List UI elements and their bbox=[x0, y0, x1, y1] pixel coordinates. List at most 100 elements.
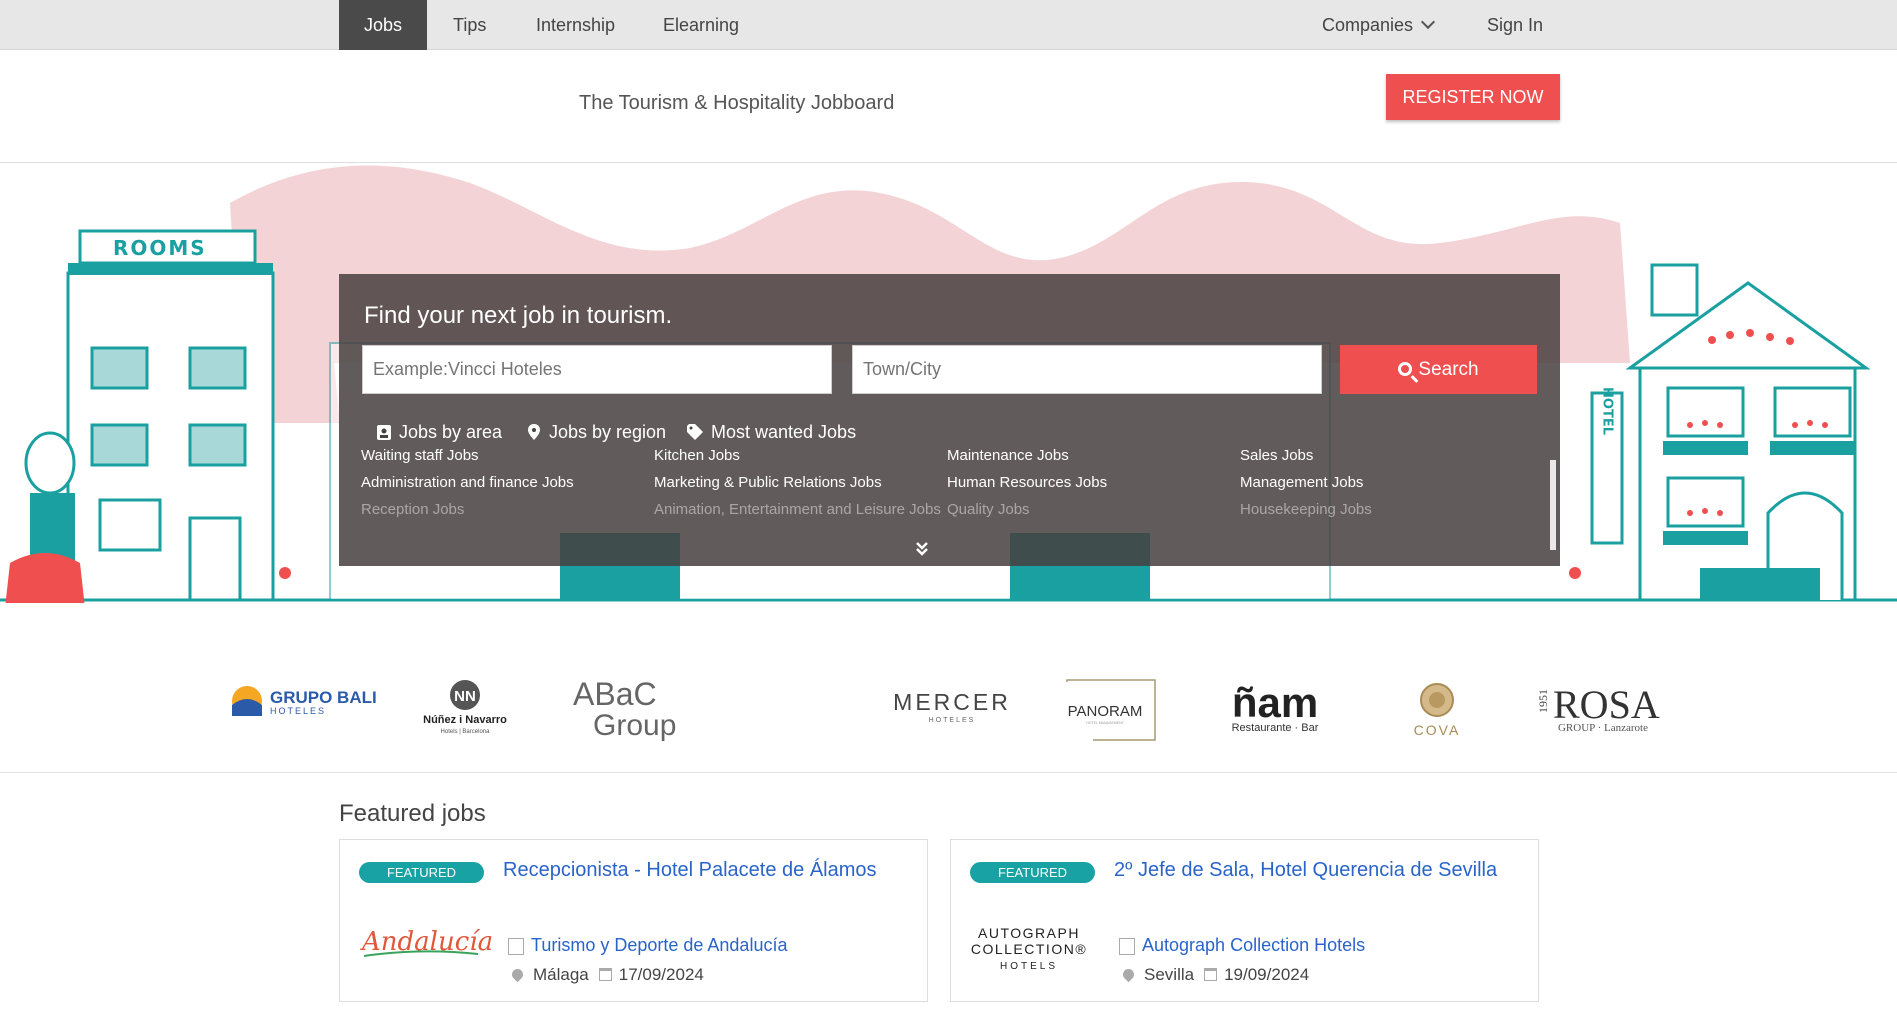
svg-text:1951: 1951 bbox=[1536, 689, 1550, 713]
featured-badge: FEATURED bbox=[359, 862, 484, 883]
company-name-link[interactable]: Autograph Collection Hotels bbox=[1142, 935, 1365, 956]
search-icon bbox=[1398, 361, 1413, 376]
tab-jobs-by-area[interactable]: Jobs by area bbox=[377, 422, 502, 443]
category-link[interactable]: Sales Jobs bbox=[1240, 446, 1533, 473]
nunez-navarro-logo: NN Núñez i Navarro Hotels | Barcelona bbox=[423, 680, 507, 735]
svg-text:GROUP · Lanzarote: GROUP · Lanzarote bbox=[1558, 722, 1648, 734]
svg-text:ABaC: ABaC bbox=[573, 676, 657, 712]
logo-cova[interactable]: COVA bbox=[1405, 678, 1470, 743]
companies-label: Companies bbox=[1322, 15, 1414, 35]
tab-label: Most wanted Jobs bbox=[711, 422, 857, 442]
job-title-link[interactable]: 2º Jefe de Sala, Hotel Querencia de Sevi… bbox=[1114, 859, 1497, 882]
tab-most-wanted-jobs[interactable]: Most wanted Jobs bbox=[687, 422, 856, 443]
category-link[interactable]: Management Jobs bbox=[1240, 473, 1533, 500]
chevron-down-icon bbox=[1420, 14, 1436, 30]
nav-elearning[interactable]: Elearning bbox=[638, 0, 764, 50]
svg-text:MERCER: MERCER bbox=[895, 689, 1010, 715]
hotel-sign-text: HOTEL bbox=[1600, 387, 1615, 435]
panoram-logo: PANORAM HOTEL MANAGEMENT bbox=[1066, 679, 1156, 741]
category-link[interactable]: Reception Jobs bbox=[361, 500, 654, 527]
category-link[interactable]: Housekeeping Jobs bbox=[1240, 500, 1533, 527]
tab-jobs-by-region[interactable]: Jobs by region bbox=[527, 422, 666, 443]
rooms-sign-text: ROOMS bbox=[113, 236, 207, 260]
abac-group-logo: ABaC Group bbox=[573, 676, 676, 742]
svg-text:Group: Group bbox=[593, 709, 676, 742]
category-link[interactable]: Animation, Entertainment and Leisure Job… bbox=[654, 500, 947, 527]
logo-nam[interactable]: ñam Restaurante · Bar bbox=[1225, 679, 1325, 741]
calendar-icon bbox=[1204, 968, 1218, 981]
company-logo-andalucia[interactable]: Andalucía bbox=[360, 918, 500, 974]
svg-text:ROSA: ROSA bbox=[1553, 682, 1660, 727]
company-logo-autograph[interactable]: AUTOGRAPH COLLECTION® HOTELS bbox=[971, 918, 1111, 974]
grupo-bali-logo: GRUPO BALI HOTELES bbox=[232, 686, 377, 716]
nam-logo: ñam Restaurante · Bar bbox=[1232, 679, 1319, 734]
search-button-label: Search bbox=[1418, 358, 1479, 380]
category-list: Waiting staff Jobs Administration and fi… bbox=[361, 446, 1541, 530]
svg-text:HOTELS: HOTELS bbox=[1000, 961, 1058, 972]
svg-text:HOTEL MANAGEMENT: HOTEL MANAGEMENT bbox=[1086, 721, 1124, 725]
category-link[interactable]: Human Resources Jobs bbox=[947, 473, 1240, 500]
location-pin-icon bbox=[1120, 966, 1137, 983]
hero-banner: ROOMS HOTEL Find your next job in touris… bbox=[0, 163, 1897, 603]
nav-tips[interactable]: Tips bbox=[428, 0, 511, 50]
sign-in-link[interactable]: Sign In bbox=[1487, 0, 1543, 50]
mercer-logo: MERCER HOTELES bbox=[893, 689, 1010, 724]
svg-text:ñam: ñam bbox=[1232, 681, 1318, 726]
svg-text:HOTELES: HOTELES bbox=[270, 706, 326, 716]
search-title: Find your next job in tourism. bbox=[364, 302, 673, 329]
keyword-search-input[interactable] bbox=[362, 345, 832, 394]
tab-label: Jobs by region bbox=[549, 422, 667, 442]
company-name-link[interactable]: Turismo y Deporte de Andalucía bbox=[531, 935, 787, 956]
featured-jobs-heading: Featured jobs bbox=[339, 800, 486, 827]
logo-nunez-navarro[interactable]: NN Núñez i Navarro Hotels | Barcelona bbox=[415, 678, 515, 738]
category-scrollbar[interactable] bbox=[1550, 460, 1556, 550]
featured-job-card[interactable]: FEATURED Recepcionista - Hotel Palacete … bbox=[339, 839, 928, 1002]
svg-text:Núñez i Navarro: Núñez i Navarro bbox=[423, 714, 507, 726]
category-column: Kitchen Jobs Marketing & Public Relation… bbox=[654, 446, 947, 527]
search-button[interactable]: Search bbox=[1340, 345, 1537, 394]
svg-text:AUTOGRAPH: AUTOGRAPH bbox=[978, 925, 1080, 941]
category-column: Maintenance Jobs Human Resources Jobs Qu… bbox=[947, 446, 1240, 527]
double-chevron-down-icon[interactable] bbox=[914, 541, 930, 559]
category-column: Waiting staff Jobs Administration and fi… bbox=[361, 446, 654, 527]
svg-text:Hotels | Barcelona: Hotels | Barcelona bbox=[441, 729, 491, 735]
featured-job-card[interactable]: FEATURED 2º Jefe de Sala, Hotel Querenci… bbox=[950, 839, 1539, 1002]
svg-text:COVA: COVA bbox=[1414, 722, 1461, 738]
category-link[interactable]: Administration and finance Jobs bbox=[361, 473, 654, 500]
job-title-link[interactable]: Recepcionista - Hotel Palacete de Álamos bbox=[503, 859, 877, 882]
featured-badge: FEATURED bbox=[970, 862, 1095, 883]
category-link[interactable]: Marketing & Public Relations Jobs bbox=[654, 473, 947, 500]
job-meta: Málaga 17/09/2024 bbox=[509, 965, 704, 985]
category-link[interactable]: Maintenance Jobs bbox=[947, 446, 1240, 473]
logo-grupo-bali[interactable]: GRUPO BALI HOTELES bbox=[230, 683, 380, 723]
svg-text:GRUPO BALI: GRUPO BALI bbox=[270, 688, 377, 707]
nav-jobs[interactable]: Jobs bbox=[339, 0, 428, 50]
companies-dropdown[interactable]: Companies bbox=[1322, 0, 1436, 50]
cova-logo: COVA bbox=[1414, 683, 1461, 738]
svg-text:PANORAM: PANORAM bbox=[1068, 703, 1143, 720]
top-navigation: Jobs Tips Internship Elearning Companies… bbox=[0, 0, 1897, 50]
tag-icon bbox=[687, 424, 703, 440]
logo-rosa-group[interactable]: 1951 ROSA GROUP · Lanzarote bbox=[1535, 678, 1670, 738]
logo-abac-group[interactable]: ABaC Group bbox=[565, 673, 685, 743]
register-button[interactable]: REGISTER NOW bbox=[1386, 74, 1560, 120]
tab-label: Jobs by area bbox=[399, 422, 503, 442]
calendar-icon bbox=[598, 968, 612, 981]
category-link[interactable]: Waiting staff Jobs bbox=[361, 446, 654, 473]
building-icon bbox=[508, 938, 524, 955]
category-link[interactable]: Quality Jobs bbox=[947, 500, 1240, 527]
nav-internship[interactable]: Internship bbox=[511, 0, 640, 50]
location-search-input[interactable] bbox=[852, 345, 1322, 394]
partner-logos: GRUPO BALI HOTELES NN Núñez i Navarro Ho… bbox=[0, 603, 1897, 773]
site-header: The Tourism & Hospitality Jobboard REGIS… bbox=[0, 50, 1897, 163]
category-column: Sales Jobs Management Jobs Housekeeping … bbox=[1240, 446, 1533, 527]
category-link[interactable]: Kitchen Jobs bbox=[654, 446, 947, 473]
rosa-group-logo: 1951 ROSA GROUP · Lanzarote bbox=[1536, 682, 1660, 734]
site-tagline: The Tourism & Hospitality Jobboard bbox=[579, 92, 895, 114]
logo-panoram[interactable]: PANORAM HOTEL MANAGEMENT bbox=[1063, 678, 1158, 743]
svg-text:Restaurante · Bar: Restaurante · Bar bbox=[1232, 722, 1319, 734]
logo-mercer[interactable]: MERCER HOTELES bbox=[893, 688, 1010, 728]
building-icon bbox=[1119, 938, 1135, 955]
job-date: 17/09/2024 bbox=[618, 965, 704, 984]
id-card-icon bbox=[377, 425, 391, 440]
